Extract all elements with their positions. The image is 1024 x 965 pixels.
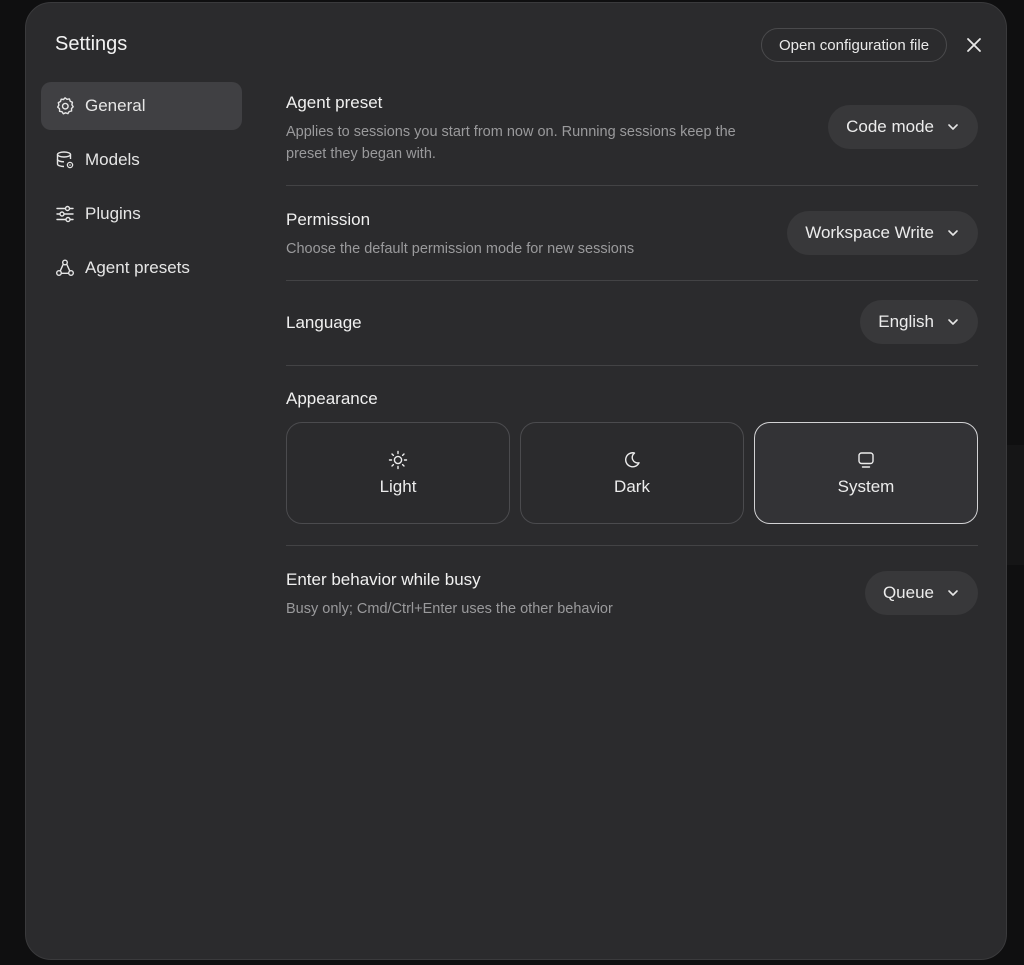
database-gear-icon: [55, 150, 75, 170]
theme-option-label: Light: [379, 476, 417, 496]
moon-icon: [622, 450, 642, 470]
agent-preset-title: Agent preset: [286, 93, 383, 112]
permission-title: Permission: [286, 210, 371, 229]
chevron-down-icon: [946, 226, 960, 240]
chevron-down-icon: [946, 315, 960, 329]
sidebar-item-label: Plugins: [85, 204, 141, 223]
open-configuration-file-button[interactable]: Open configuration file: [761, 28, 947, 62]
chevron-down-icon: [946, 120, 960, 134]
agent-preset-value: Code mode: [846, 117, 934, 136]
permission-select[interactable]: Workspace Write: [787, 211, 978, 255]
dialog-title: Settings: [55, 33, 128, 55]
language-value: English: [878, 312, 934, 331]
language-title: Language: [286, 313, 362, 332]
agent-preset-description: Applies to sessions you start from now o…: [286, 124, 736, 162]
close-icon: [967, 38, 981, 52]
theme-option-system[interactable]: System: [754, 422, 978, 524]
sidebar-item-label: General: [85, 96, 146, 115]
divider: [286, 280, 978, 281]
theme-option-dark[interactable]: Dark: [520, 422, 744, 524]
enter-behavior-value: Queue: [882, 583, 934, 602]
divider: [286, 365, 978, 366]
sidebar-item-agent-presets[interactable]: Agent presets: [41, 244, 242, 292]
sidebar-item-general[interactable]: General: [41, 82, 242, 130]
enter-behavior-title: Enter behavior while busy: [286, 570, 481, 589]
settings-sidebar: General Models Plugins Agent presets: [41, 82, 242, 298]
agent-preset-select[interactable]: Code mode: [828, 105, 978, 149]
theme-option-label: Dark: [614, 476, 650, 496]
settings-dialog: Settings Open configuration file General: [25, 2, 1007, 960]
divider: [286, 185, 978, 186]
chevron-down-icon: [946, 586, 960, 600]
sliders-icon: [55, 204, 75, 224]
theme-option-light[interactable]: Light: [286, 422, 510, 524]
enter-behavior-select[interactable]: Queue: [864, 571, 978, 615]
appearance-title: Appearance: [286, 389, 378, 408]
enter-behavior-description: Busy only; Cmd/Ctrl+Enter uses the other…: [286, 601, 613, 617]
agents-icon: [55, 258, 75, 278]
divider: [286, 545, 978, 546]
permission-value: Workspace Write: [805, 223, 934, 242]
close-button[interactable]: [960, 31, 988, 59]
sidebar-item-label: Models: [85, 150, 140, 169]
monitor-icon: [856, 450, 876, 470]
sidebar-item-plugins[interactable]: Plugins: [41, 190, 242, 238]
sidebar-item-models[interactable]: Models: [41, 136, 242, 184]
language-select[interactable]: English: [860, 300, 978, 344]
theme-option-label: System: [837, 476, 895, 496]
sun-icon: [388, 450, 408, 470]
backdrop-panel-edge: [1006, 445, 1024, 565]
permission-description: Choose the default permission mode for n…: [286, 241, 635, 257]
sidebar-item-label: Agent presets: [85, 258, 190, 277]
gear-icon: [55, 96, 75, 116]
